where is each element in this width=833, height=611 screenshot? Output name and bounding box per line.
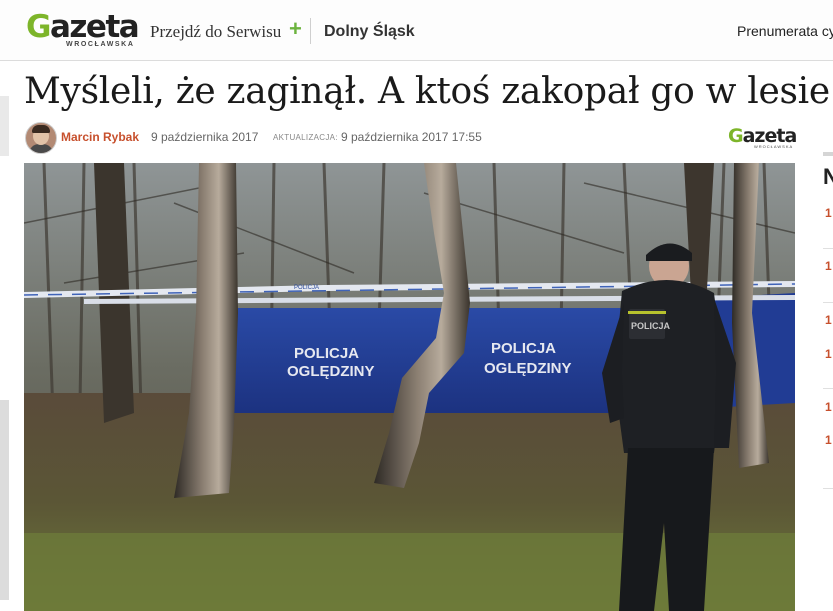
sidebar-separator bbox=[823, 302, 833, 303]
logo-wordmark: Gazeta bbox=[26, 9, 140, 45]
subscription-link[interactable]: Prenumerata cy bbox=[737, 23, 833, 39]
publish-date: 9 października 2017 bbox=[151, 130, 259, 144]
sidebar-heading: N bbox=[823, 164, 833, 189]
left-edge-fragment bbox=[0, 96, 9, 156]
article-headline: Myśleli, że zaginął. A ktoś zakopał go w… bbox=[24, 71, 830, 112]
site-logo[interactable]: Gazeta WROCŁAWSKA bbox=[26, 10, 144, 50]
author-name-link[interactable]: Marcin Rybak bbox=[61, 130, 139, 144]
go-to-service-link[interactable]: Przejdź do Serwisu bbox=[150, 22, 281, 42]
sidebar-item-number[interactable]: 1 bbox=[825, 259, 832, 273]
sidebar-item-number[interactable]: 1 bbox=[825, 433, 832, 447]
logo-subtext: WROCŁAWSKA bbox=[66, 41, 135, 48]
source-logo: Gazeta WROCŁAWSKA bbox=[728, 126, 798, 150]
author-avatar[interactable] bbox=[25, 122, 57, 154]
top-navigation-bar: Gazeta WROCŁAWSKA Przejdź do Serwisu + D… bbox=[0, 0, 833, 61]
screen-label-police: POLICJA bbox=[294, 345, 359, 362]
sidebar-item-number[interactable]: 1 bbox=[825, 347, 832, 361]
update-date: 9 października 2017 17:55 bbox=[341, 130, 482, 144]
sidebar-separator bbox=[823, 248, 833, 249]
nav-divider bbox=[310, 18, 311, 44]
sidebar-separator bbox=[823, 488, 833, 489]
screen-label-police-2: POLICJA bbox=[491, 340, 556, 357]
sidebar-item-number[interactable]: 1 bbox=[825, 313, 832, 327]
officer-patch-label: POLICJA bbox=[631, 321, 671, 331]
update-label: AKTUALIZACJA: bbox=[273, 133, 338, 142]
sidebar-rule bbox=[823, 152, 833, 156]
source-logo-wordmark: Gazeta bbox=[728, 125, 797, 147]
tape-label: POLICJA bbox=[294, 285, 319, 291]
sidebar-item-number[interactable]: 1 bbox=[825, 206, 832, 220]
forest-scene-illustration: POLICJA OGLĘDZINY POLICJA OGLĘDZINY POLI… bbox=[24, 163, 795, 611]
sidebar-separator bbox=[823, 388, 833, 389]
left-edge-fragment bbox=[0, 400, 9, 600]
region-link[interactable]: Dolny Śląsk bbox=[324, 23, 415, 41]
screen-label-inspection-2: OGLĘDZINY bbox=[484, 360, 572, 377]
source-logo-subtext: WROCŁAWSKA bbox=[754, 144, 794, 149]
plus-icon[interactable]: + bbox=[289, 18, 302, 40]
article-hero-photo[interactable]: POLICJA OGLĘDZINY POLICJA OGLĘDZINY POLI… bbox=[24, 163, 795, 611]
sidebar-item-number[interactable]: 1 bbox=[825, 400, 832, 414]
screen-label-inspection: OGLĘDZINY bbox=[287, 363, 375, 380]
